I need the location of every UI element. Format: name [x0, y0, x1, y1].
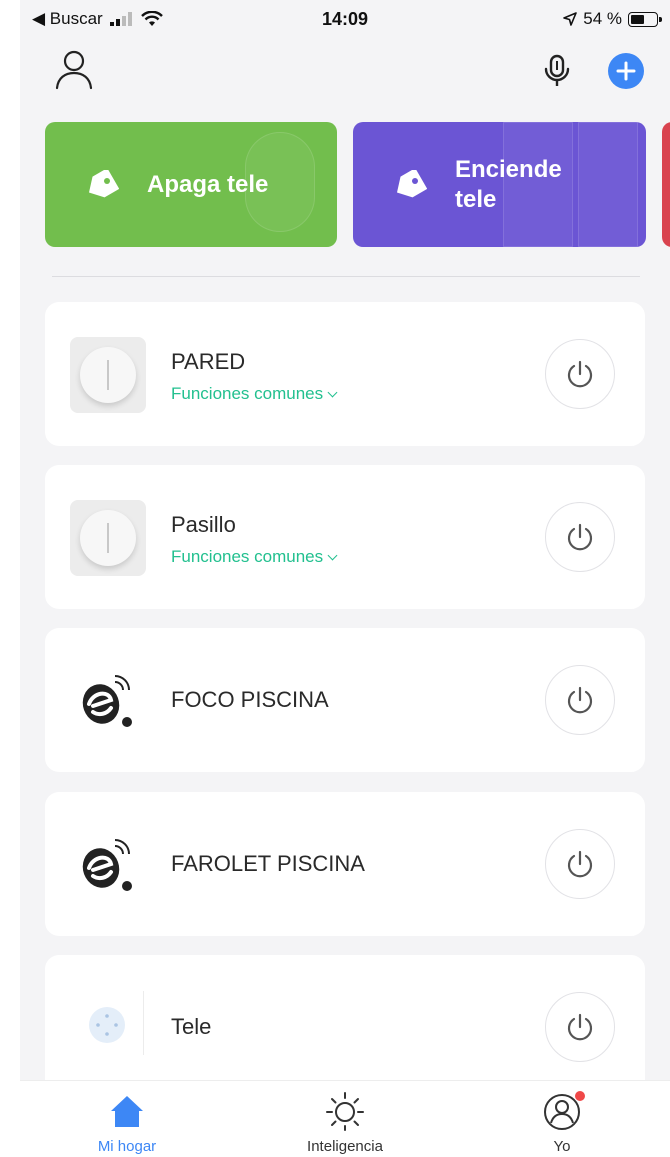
- power-icon: [567, 360, 593, 388]
- status-bar: ◀ Buscar 14:09 54 %: [20, 0, 670, 40]
- plus-icon: [616, 61, 636, 81]
- profile-button[interactable]: [54, 48, 94, 92]
- device-card-pared[interactable]: PARED Funciones comunes: [45, 302, 645, 446]
- tab-label: Yo: [553, 1138, 571, 1155]
- scene-enciende-tele[interactable]: Enciende tele: [353, 122, 646, 247]
- wall-switch-icon: [70, 337, 146, 413]
- power-button[interactable]: [545, 665, 615, 735]
- wall-switch-icon: [70, 500, 146, 576]
- scene-label: Enciende tele: [455, 156, 562, 213]
- device-card-foco-piscina[interactable]: FOCO PISCINA: [45, 628, 645, 772]
- battery-percent: 54 %: [583, 9, 622, 28]
- device-name: PARED: [171, 349, 246, 374]
- voice-button[interactable]: [542, 54, 572, 88]
- scene-apaga-tele[interactable]: Apaga tele: [45, 122, 337, 247]
- tab-inteligencia[interactable]: Inteligencia: [275, 1081, 415, 1157]
- power-button[interactable]: [545, 339, 615, 409]
- scene-next-partial[interactable]: [662, 122, 670, 247]
- divider: [52, 276, 640, 277]
- wifi-brand-logo-icon: [82, 675, 132, 727]
- device-name: Pasillo: [171, 512, 236, 537]
- device-name: FAROLET PISCINA: [171, 851, 365, 876]
- tab-label: Mi hogar: [97, 1138, 157, 1155]
- power-icon: [567, 523, 593, 551]
- notification-badge: [574, 1090, 586, 1102]
- power-button[interactable]: [545, 502, 615, 572]
- power-icon: [567, 1013, 593, 1041]
- chevron-down-icon: [327, 550, 338, 561]
- microphone-icon: [544, 54, 570, 86]
- scene-carousel: Apaga tele Enciende tele: [45, 122, 670, 248]
- icon-separator: [143, 991, 144, 1055]
- power-button[interactable]: [545, 829, 615, 899]
- sun-icon: [326, 1092, 364, 1131]
- device-card-farolet-piscina[interactable]: FAROLET PISCINA: [45, 792, 645, 936]
- battery-level: [631, 14, 644, 24]
- tab-bar: Mi hogar Inteligencia Yo: [20, 1080, 670, 1157]
- device-name: Tele: [171, 1014, 212, 1039]
- smart-plug-icon: [89, 1007, 125, 1043]
- power-icon: [567, 850, 593, 878]
- battery-icon: [628, 11, 662, 27]
- location-arrow-icon: [563, 12, 578, 26]
- status-right: 54 %: [563, 9, 662, 29]
- tab-label: Inteligencia: [307, 1138, 383, 1155]
- tag-icon: [397, 170, 427, 198]
- app-screen: ◀ Buscar 14:09 54 % Apaga tele Enciende …: [20, 0, 670, 1157]
- power-button[interactable]: [545, 992, 615, 1062]
- device-name: FOCO PISCINA: [171, 687, 329, 712]
- home-icon: [111, 1096, 143, 1127]
- tag-icon: [89, 170, 119, 198]
- wifi-brand-logo-icon: [82, 839, 132, 891]
- common-functions-link[interactable]: Funciones comunes: [171, 547, 338, 567]
- user-icon: [55, 50, 93, 90]
- device-card-pasillo[interactable]: Pasillo Funciones comunes: [45, 465, 645, 609]
- scene-label: Apaga tele: [147, 171, 269, 198]
- add-device-button[interactable]: [608, 53, 644, 89]
- tab-mi-hogar[interactable]: Mi hogar: [57, 1081, 197, 1157]
- tab-yo[interactable]: Yo: [492, 1081, 632, 1157]
- chevron-down-icon: [327, 387, 338, 398]
- common-functions-link[interactable]: Funciones comunes: [171, 384, 338, 404]
- power-icon: [567, 686, 593, 714]
